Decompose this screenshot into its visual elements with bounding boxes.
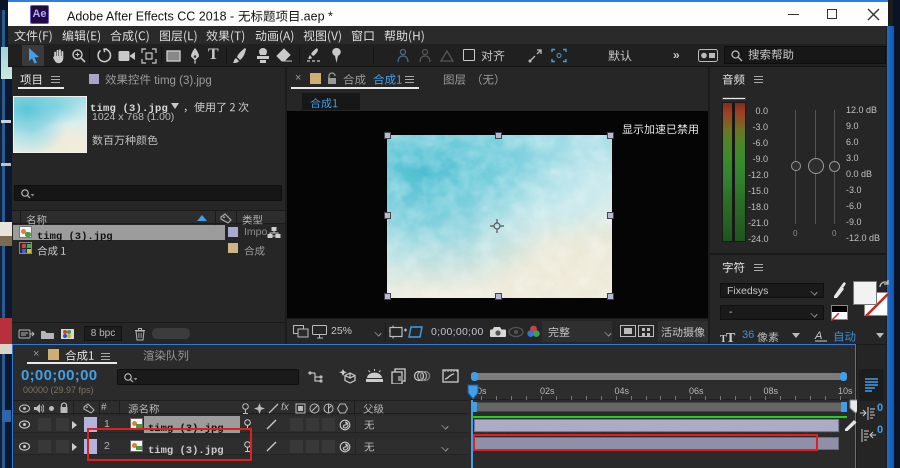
svg-text:A: A xyxy=(814,330,822,342)
svg-text:T: T xyxy=(726,331,736,343)
